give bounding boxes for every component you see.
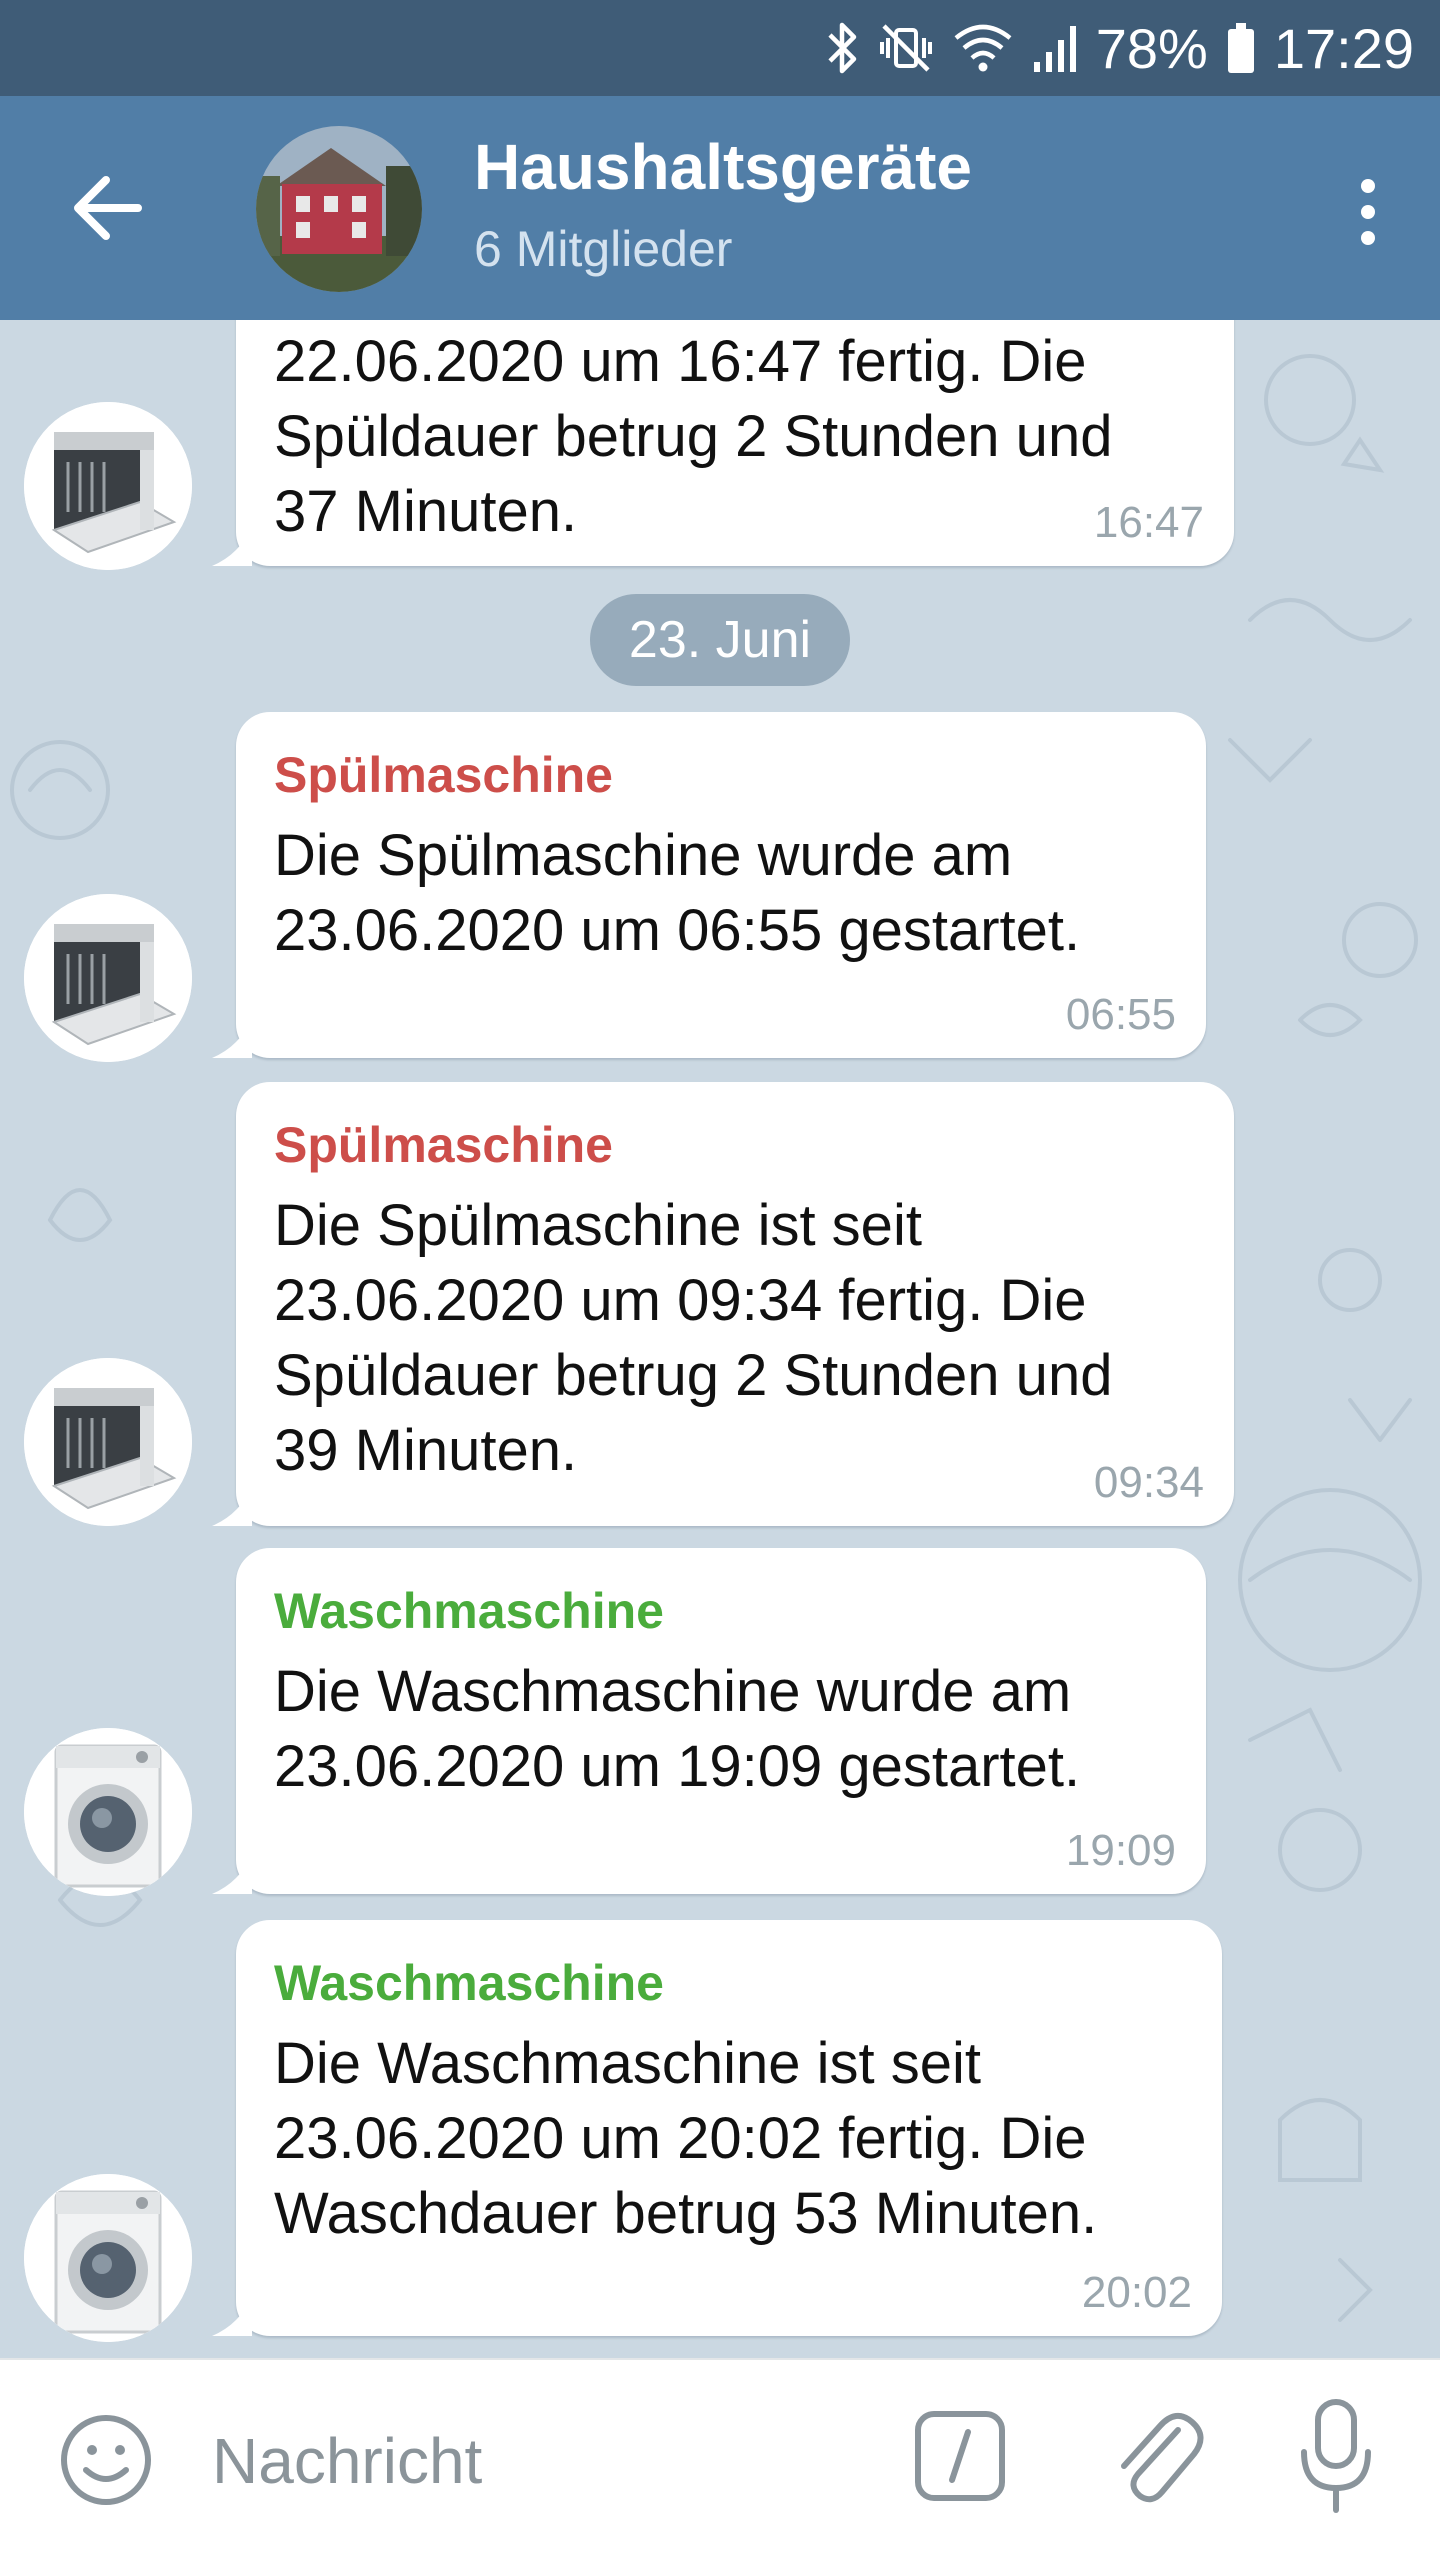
clock: 17:29	[1273, 16, 1414, 80]
message-text: Die Waschmaschine wurde am 23.06.2020 um…	[274, 1659, 1081, 1799]
message-text: 22.06.2020 um 16:47 fertig. Die Spüldaue…	[274, 329, 1113, 544]
status-bar: 78% 17:29	[0, 0, 1440, 96]
sender-name[interactable]: Spülmaschine	[274, 1116, 1196, 1174]
dishwasher-icon	[24, 1358, 192, 1526]
dishwasher-icon	[24, 894, 192, 1062]
message-input[interactable]	[210, 2410, 874, 2512]
paperclip-icon[interactable]	[1108, 2400, 1204, 2510]
bubble-tail	[212, 2296, 252, 2336]
message-bubble[interactable]: 22.06.2020 um 16:47 fertig. Die Spüldaue…	[212, 320, 1234, 566]
message-text: Die Spülmaschine wurde am 23.06.2020 um …	[274, 823, 1081, 963]
message-text: Die Spülmaschine ist seit 23.06.2020 um …	[274, 1193, 1113, 1483]
house-photo-image	[256, 126, 422, 292]
status-icons: 78% 17:29	[826, 0, 1414, 96]
chat-header: Haushaltsgeräte 6 Mitglieder	[0, 96, 1440, 320]
message-composer	[0, 2358, 1440, 2562]
bubble-tail	[212, 1854, 252, 1894]
microphone-icon[interactable]	[1296, 2396, 1376, 2516]
message-bubble[interactable]: Waschmaschine Die Waschmaschine ist seit…	[212, 1920, 1222, 2336]
message-time: 20:02	[1081, 2268, 1192, 2317]
sender-name[interactable]: Waschmaschine	[274, 1954, 1184, 2012]
washing-machine-avatar[interactable]	[24, 1728, 192, 1896]
message-bubble[interactable]: Waschmaschine Die Waschmaschine wurde am…	[212, 1548, 1206, 1894]
dishwasher-avatar[interactable]	[24, 1358, 192, 1526]
chat-title[interactable]: Haushaltsgeräte	[474, 130, 972, 204]
bubble-tail	[212, 1486, 252, 1526]
bubble-tail	[212, 526, 252, 566]
battery-icon	[1227, 23, 1254, 73]
bluetooth-icon	[828, 22, 857, 74]
battery-percent: 78%	[1095, 16, 1208, 80]
washing-machine-icon	[24, 1728, 192, 1896]
message-time: 09:34	[1093, 1458, 1204, 1507]
dishwasher-avatar[interactable]	[24, 402, 192, 570]
arrow-left-icon[interactable]	[66, 166, 150, 250]
message-time: 06:55	[1065, 990, 1176, 1039]
wifi-icon	[954, 24, 1012, 72]
date-separator: 23. Juni	[590, 594, 850, 686]
more-vertical-icon[interactable]	[1338, 172, 1398, 252]
message-list[interactable]: 23. Juni 22.06.2020 um 16:47 fertig. Die…	[0, 320, 1440, 2358]
emoji-icon[interactable]	[58, 2412, 154, 2508]
dishwasher-icon	[24, 402, 192, 570]
message-bubble[interactable]: Spülmaschine Die Spülmaschine wurde am 2…	[212, 712, 1206, 1058]
bot-command-icon[interactable]	[912, 2408, 1008, 2504]
washing-machine-icon	[24, 2174, 192, 2342]
message-time: 19:09	[1065, 1826, 1176, 1875]
bubble-tail	[212, 1018, 252, 1058]
sender-name[interactable]: Spülmaschine	[274, 746, 1168, 804]
member-count: 6 Mitglieder	[474, 221, 733, 277]
message-time: 16:47	[1093, 498, 1204, 547]
sender-name[interactable]: Waschmaschine	[274, 1582, 1168, 1640]
group-avatar[interactable]	[256, 126, 422, 292]
signal-icon	[1033, 26, 1076, 72]
message-bubble[interactable]: Spülmaschine Die Spülmaschine ist seit 2…	[212, 1082, 1234, 1526]
vibrate-mute-icon	[879, 24, 932, 72]
dishwasher-avatar[interactable]	[24, 894, 192, 1062]
message-text: Die Waschmaschine ist seit 23.06.2020 um…	[274, 2031, 1098, 2246]
washing-machine-avatar[interactable]	[24, 2174, 192, 2342]
